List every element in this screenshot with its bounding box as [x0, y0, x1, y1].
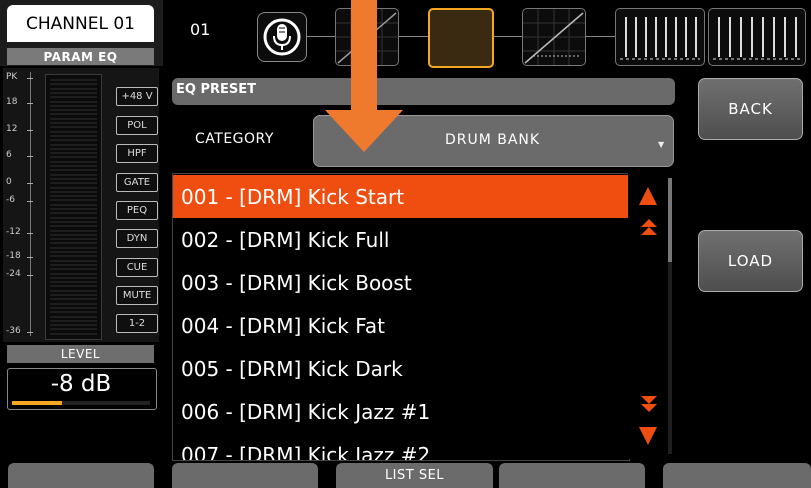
- soft-key-5[interactable]: [663, 463, 811, 488]
- link-button[interactable]: 1-2: [116, 314, 158, 333]
- meter-scale-line: [30, 72, 31, 336]
- preset-item[interactable]: 004 - [DRM] Kick Fat: [173, 304, 629, 347]
- preset-item[interactable]: 007 - [DRM] Kick Jazz #2: [173, 433, 629, 461]
- meter-scale-label: -18: [6, 251, 21, 261]
- preset-list[interactable]: 001 - [DRM] Kick Start 002 - [DRM] Kick …: [172, 173, 630, 461]
- outputs-faders-icon: [713, 17, 801, 60]
- meter-scale-label: 18: [6, 97, 18, 107]
- level-meter: [45, 74, 102, 340]
- meter-scale-label: -12: [6, 227, 21, 237]
- back-button[interactable]: BACK: [698, 78, 803, 140]
- scrollbar-thumb[interactable]: [668, 178, 672, 262]
- meter-scale-label: 12: [6, 124, 18, 134]
- level-label: LEVEL: [7, 345, 154, 363]
- list-sel-key[interactable]: LIST SEL: [336, 463, 493, 488]
- annotation-arrow-shaft: [351, 0, 377, 118]
- dynamics-block[interactable]: [522, 8, 586, 66]
- channel-number: 01: [190, 20, 211, 39]
- soft-key-1[interactable]: [8, 463, 154, 488]
- sends-block[interactable]: [615, 8, 705, 66]
- scroll-up-icon[interactable]: [638, 186, 658, 206]
- meter-scale-label: -6: [6, 195, 15, 205]
- meter-scale-label: 6: [6, 150, 12, 160]
- meter-scale-label: -24: [6, 269, 21, 279]
- channel-title[interactable]: CHANNEL 01: [7, 5, 154, 42]
- chevron-down-icon: ▼: [658, 140, 665, 149]
- page-up-icon[interactable]: [639, 218, 659, 238]
- load-button[interactable]: LOAD: [698, 230, 803, 292]
- preset-item[interactable]: 001 - [DRM] Kick Start: [173, 175, 629, 218]
- preset-item[interactable]: 005 - [DRM] Kick Dark: [173, 347, 629, 390]
- page-down-icon[interactable]: [639, 394, 659, 414]
- annotation-arrow-icon: [325, 110, 403, 152]
- meter-scale-label: -36: [6, 326, 21, 336]
- soft-key-2[interactable]: [172, 463, 318, 488]
- scroll-down-icon[interactable]: [638, 426, 658, 446]
- cue-button[interactable]: CUE: [116, 258, 158, 277]
- preset-item[interactable]: 003 - [DRM] Kick Boost: [173, 261, 629, 304]
- preset-item[interactable]: 006 - [DRM] Kick Jazz #1: [173, 390, 629, 433]
- gate-button[interactable]: GATE: [116, 173, 158, 192]
- input-block[interactable]: [257, 12, 307, 62]
- phantom-power-button[interactable]: +48 V: [116, 87, 158, 106]
- hpf-button[interactable]: HPF: [116, 144, 158, 163]
- polarity-button[interactable]: POL: [116, 116, 158, 135]
- sends-faders-icon: [620, 17, 700, 60]
- mute-button[interactable]: MUTE: [116, 286, 158, 305]
- dyn-button[interactable]: DYN: [116, 229, 158, 248]
- meter-scale-label: PK: [6, 72, 18, 82]
- soft-key-4[interactable]: [499, 463, 645, 488]
- category-label: CATEGORY: [195, 131, 274, 147]
- dynamics-curve-icon: [523, 9, 585, 65]
- meter-scale-label: 0: [6, 177, 12, 187]
- eq-block[interactable]: [428, 8, 494, 68]
- module-name: PARAM EQ: [7, 48, 154, 65]
- microphone-icon: [263, 18, 301, 56]
- level-value: -8 dB: [50, 371, 112, 397]
- eq-preset-title: EQ PRESET: [176, 82, 256, 97]
- level-fader-fill: [12, 401, 62, 405]
- list-scroll-controls: [628, 173, 672, 459]
- peq-button[interactable]: PEQ: [116, 201, 158, 220]
- preset-item[interactable]: 002 - [DRM] Kick Full: [173, 218, 629, 261]
- outputs-block[interactable]: [708, 8, 806, 66]
